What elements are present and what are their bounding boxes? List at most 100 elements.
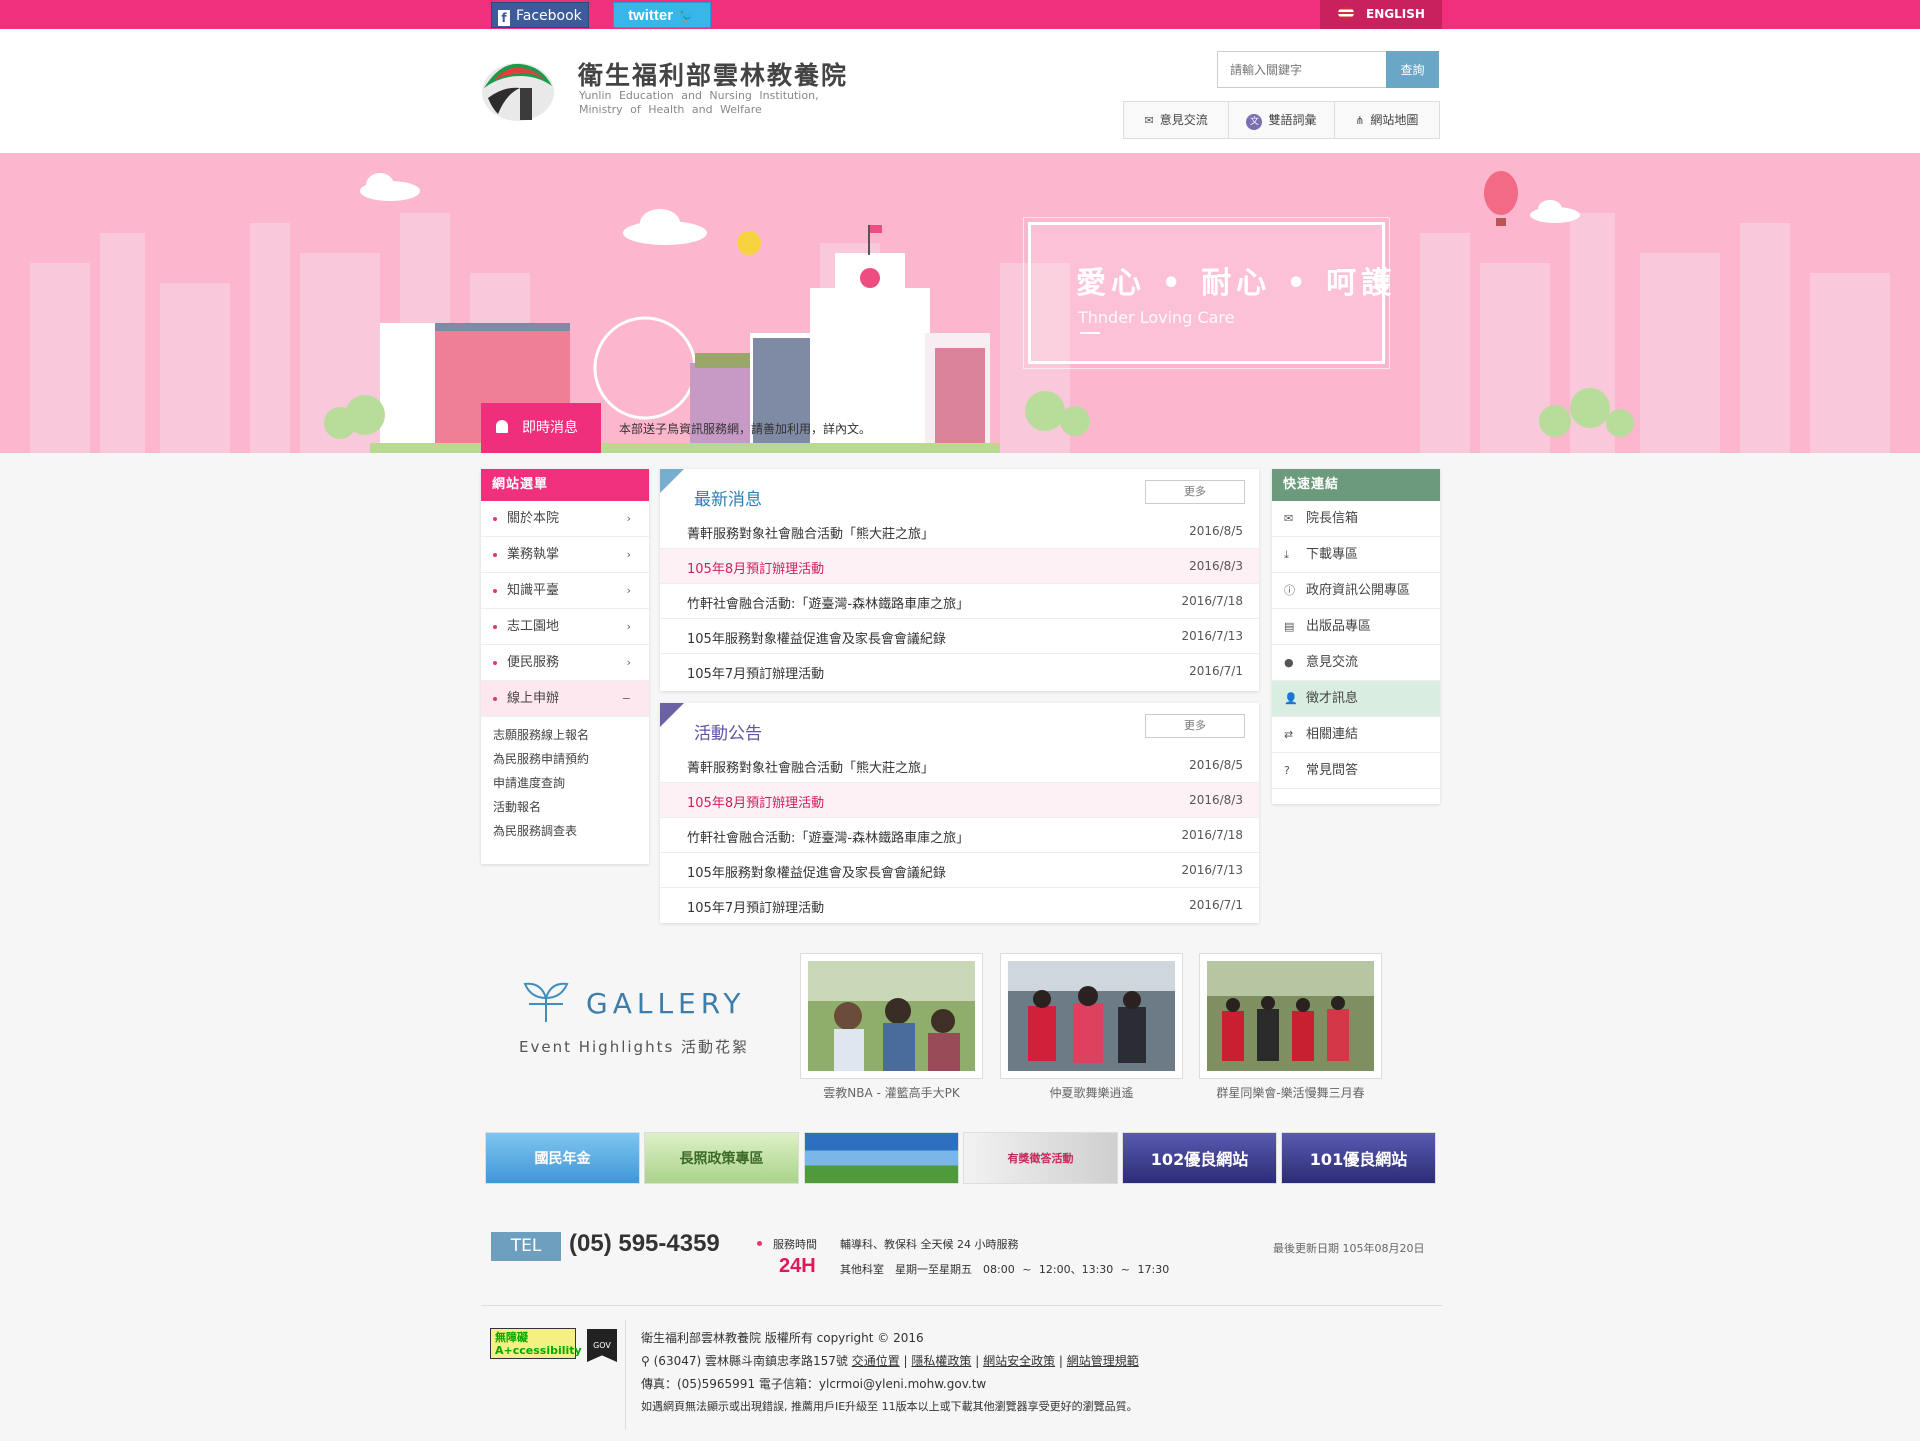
chevron-right-icon: › xyxy=(626,656,631,669)
quick-link-related[interactable]: ⇄ 相關連結 xyxy=(1272,717,1440,753)
gallery-item[interactable] xyxy=(1199,953,1382,1079)
institution-logo[interactable] xyxy=(480,58,556,122)
gallery-title: GALLERY xyxy=(586,987,746,1020)
quick-link-feedback[interactable]: ● 意見交流 xyxy=(1272,645,1440,681)
event-row[interactable]: 105年8月預訂辦理活動 2016/8/3 xyxy=(660,783,1259,818)
site-title: 衛生福利部雲林教養院 xyxy=(578,61,849,90)
gallery-item[interactable] xyxy=(1000,953,1183,1079)
gallery-photo xyxy=(1008,961,1175,1071)
facebook-button[interactable]: f Facebook xyxy=(491,2,589,28)
search-input[interactable] xyxy=(1217,51,1387,88)
quick-link-director-mailbox[interactable]: ✉ 院長信箱 xyxy=(1272,501,1440,537)
site-menu: 網站選單 關於本院 › 業務執掌 › 知識平臺 › 志工園地 › 便民服務 › 線上申辦 −… xyxy=(481,469,649,864)
footer-divider xyxy=(481,1305,1442,1306)
news-row[interactable]: 105年服務對象權益促進會及家長會會議紀錄 2016/7/13 xyxy=(660,619,1259,654)
submenu-item[interactable]: 為民服務申請預約 xyxy=(493,747,649,771)
chevron-right-icon: › xyxy=(626,584,631,597)
comments-icon: ● xyxy=(1284,656,1294,669)
news-row[interactable]: 105年7月預訂辦理活動 2016/7/1 xyxy=(660,654,1259,689)
menu-item-about[interactable]: 關於本院 › xyxy=(481,501,649,537)
user-plus-icon: 👤 xyxy=(1284,692,1298,705)
gallery-item[interactable] xyxy=(800,953,983,1079)
quick-link-downloads[interactable]: ⤓ 下載專區 xyxy=(1272,537,1440,573)
corner-triangle xyxy=(660,469,684,493)
banner-link-long-term-care[interactable]: 長照政策專區 xyxy=(644,1132,799,1184)
link-traffic[interactable]: 交通位置 xyxy=(852,1354,900,1368)
banner-link-landscape[interactable] xyxy=(804,1132,959,1184)
facebook-icon: f xyxy=(498,10,510,26)
banner-link-quiz[interactable]: 有獎徵答活動 xyxy=(963,1132,1118,1184)
link-management[interactable]: 網站管理規範 xyxy=(1067,1354,1139,1368)
sprout-icon xyxy=(523,982,569,1022)
banner-link-award-102[interactable]: 102優良網站 xyxy=(1122,1132,1277,1184)
chevron-right-icon: › xyxy=(626,512,631,525)
banner-link-award-101[interactable]: 101優良網站 xyxy=(1281,1132,1436,1184)
english-button[interactable]: ENGLISH xyxy=(1320,0,1442,29)
submenu-item[interactable]: 志願服務線上報名 xyxy=(493,723,649,747)
events-panel: 活動公告 更多 菁軒服務對象社會融合活動「熊大莊之旅」 2016/8/5 105年… xyxy=(660,703,1259,923)
gallery-photo xyxy=(808,961,975,1071)
site-menu-title: 網站選單 xyxy=(481,469,649,501)
twitter-button[interactable]: twitter 🐦 xyxy=(613,2,711,28)
event-row[interactable]: 菁軒服務對象社會融合活動「熊大莊之旅」 2016/8/5 xyxy=(660,748,1259,783)
quick-link-publications[interactable]: ▤ 出版品專區 xyxy=(1272,609,1440,645)
service-24h: 24H xyxy=(779,1255,816,1277)
submenu-item[interactable]: 活動報名 xyxy=(493,795,649,819)
tel-label: TEL xyxy=(491,1232,561,1261)
event-row[interactable]: 竹軒社會融合活動:「遊臺灣-森林鐵路車庫之旅」 2016/7/18 xyxy=(660,818,1259,853)
twitter-bird-icon: 🐦 xyxy=(677,7,696,24)
service-hours-label: 服務時間 xyxy=(773,1238,817,1251)
gallery-caption[interactable]: 仲夏歌舞樂逍遙 xyxy=(1000,1084,1183,1101)
gallery-caption[interactable]: 雲教NBA - 灌籃高手大PK xyxy=(800,1084,983,1101)
instant-news-label[interactable]: 即時消息 xyxy=(481,403,601,453)
copyright: 衛生福利部雲林教養院 版權所有 copyright © 2016 xyxy=(641,1331,924,1345)
us-flag-icon xyxy=(1338,7,1354,19)
menu-item-knowledge[interactable]: 知識平臺 › xyxy=(481,573,649,609)
city-illustration xyxy=(30,171,1890,453)
events-title: 活動公告 xyxy=(694,724,762,744)
menu-item-volunteer[interactable]: 志工園地 › xyxy=(481,609,649,645)
submenu-item[interactable]: 申請進度查詢 xyxy=(493,771,649,795)
quick-link-gov-info[interactable]: ⓘ 政府資訊公開專區 xyxy=(1272,573,1440,609)
glossary-icon: 文 xyxy=(1246,114,1263,130)
events-more-button[interactable]: 更多 xyxy=(1145,714,1245,738)
online-apply-submenu: 志願服務線上報名 為民服務申請預約 申請進度查詢 活動報名 為民服務調查表 xyxy=(481,717,649,843)
service-line-2: 其他科室 星期一至星期五 08:00 ~ 12:00、13:30 ~ 17:30 xyxy=(840,1263,1170,1276)
latest-news-more-button[interactable]: 更多 xyxy=(1145,480,1245,504)
event-row[interactable]: 105年服務對象權益促進會及家長會會議紀錄 2016/7/13 xyxy=(660,853,1259,888)
search-button[interactable]: 查詢 xyxy=(1386,51,1439,88)
last-updated: 最後更新日期 105年08月20日 xyxy=(1273,1242,1425,1255)
link-security[interactable]: 網站安全政策 xyxy=(983,1354,1055,1368)
service-line-1: 輔導科、教保科 全天候 24 小時服務 xyxy=(840,1238,1019,1251)
feedback-link[interactable]: ✉ 意見交流 xyxy=(1124,102,1230,138)
site-title-en: Yunlin Education and Nursing Institution… xyxy=(579,89,819,116)
news-row[interactable]: 105年8月預訂辦理活動 2016/8/3 xyxy=(660,549,1259,584)
slogan-en: Thnder Loving Care xyxy=(1078,308,1235,327)
banner-link-national-pension[interactable]: 國民年金 xyxy=(485,1132,640,1184)
quick-link-faq[interactable]: ? 常見問答 xyxy=(1272,753,1440,789)
event-row[interactable]: 105年7月預訂辦理活動 2016/7/1 xyxy=(660,888,1259,923)
menu-item-duties[interactable]: 業務執掌 › xyxy=(481,537,649,573)
newspaper-icon: ▤ xyxy=(1284,620,1295,633)
gov-badge[interactable]: GOV xyxy=(587,1329,617,1362)
sitemap-link[interactable]: ⋔ 網站地圖 xyxy=(1335,102,1439,138)
quick-link-recruitment[interactable]: 👤 徵才訊息 xyxy=(1272,681,1440,717)
glossary-link[interactable]: 文雙語詞彙 xyxy=(1229,102,1335,138)
menu-item-online-apply[interactable]: 線上申辦 − xyxy=(481,681,649,717)
random-icon: ⇄ xyxy=(1284,728,1294,741)
link-privacy[interactable]: 隱私權政策 xyxy=(911,1354,971,1368)
tel-number[interactable]: (05) 595-4359 xyxy=(569,1230,720,1258)
corner-triangle xyxy=(660,703,684,727)
submenu-item[interactable]: 為民服務調查表 xyxy=(493,819,649,843)
news-row[interactable]: 菁軒服務對象社會融合活動「熊大莊之旅」 2016/8/5 xyxy=(660,514,1259,549)
sitemap-icon: ⋔ xyxy=(1355,114,1365,127)
latest-news-title: 最新消息 xyxy=(694,490,762,510)
gallery-caption[interactable]: 群星同樂會-樂活慢舞三月春 xyxy=(1199,1084,1382,1101)
address-line: ⚲ (63047) 雲林縣斗南鎮忠孝路157號 交通位置 | 隱私權政策 | 網… xyxy=(641,1354,1139,1368)
instant-news-text[interactable]: 本部送子鳥資訊服務網，請善加利用，詳內文。 xyxy=(619,420,871,437)
news-row[interactable]: 竹軒社會融合活動:「遊臺灣-森林鐵路車庫之旅」 2016/7/18 xyxy=(660,584,1259,619)
utility-links: ✉ 意見交流 文雙語詞彙 ⋔ 網站地圖 xyxy=(1123,101,1440,139)
menu-item-services[interactable]: 便民服務 › xyxy=(481,645,649,681)
slogan-zh: 愛心 • 耐心 • 呵護 xyxy=(1076,266,1397,301)
accessibility-badge[interactable]: 無障礙 A+ccessibility xyxy=(490,1328,582,1359)
